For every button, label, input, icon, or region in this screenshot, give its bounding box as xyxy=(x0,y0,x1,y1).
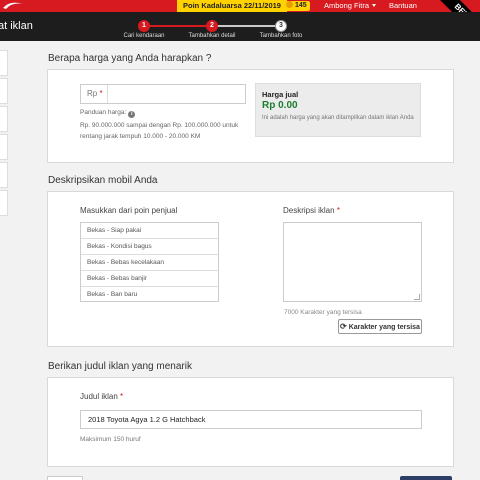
ad-description-textarea[interactable] xyxy=(283,222,422,302)
list-item[interactable]: Bekas - Bebas kecelakaan xyxy=(81,255,218,271)
description-section-title: Deskripsikan mobil Anda xyxy=(48,175,158,186)
selling-price-note: Ini adalah harga yang akan ditampilkan d… xyxy=(262,115,414,121)
step-1-label: Cari kendaraan xyxy=(123,33,165,39)
page-title: at iklan xyxy=(0,20,33,32)
coin-counter[interactable]: 145 xyxy=(284,1,310,11)
seller-points-label: Masukkan dari poin penjual xyxy=(80,206,178,215)
step-3-label: Tambahkan foto xyxy=(259,33,303,39)
points-expiry-badge[interactable]: Poin Kadaluarsa 22/11/2019 xyxy=(177,0,287,12)
list-item[interactable]: Bekas - Siap pakai xyxy=(81,223,218,239)
sidebar-stub-6[interactable] xyxy=(0,190,8,216)
chars-remaining-button[interactable]: ⟳ Karakter yang tersisa xyxy=(338,319,422,334)
list-item[interactable]: Bekas - Bebas banjir xyxy=(81,271,218,287)
stepper-line-pending xyxy=(212,25,281,27)
coin-icon xyxy=(286,1,293,8)
refresh-icon: ⟳ xyxy=(340,322,347,331)
step-2-label: Tambahkan detail xyxy=(188,33,236,39)
price-section-title: Berapa harga yang Anda harapkan ? xyxy=(48,53,212,64)
chevron-down-icon xyxy=(372,4,377,7)
ad-title-card: Judul iklan * 2018 Toyota Agya 1.2 G Hat… xyxy=(47,377,454,467)
ad-title-max-note: Maksimum 150 huruf xyxy=(80,436,141,443)
selling-price-value: Rp 0.00 xyxy=(262,100,298,111)
next-button[interactable] xyxy=(400,476,452,480)
ad-title-label: Judul iklan * xyxy=(80,392,124,401)
chars-remaining-counter: 7000 Karakter yang tersisa xyxy=(284,309,362,316)
ad-title-input[interactable]: 2018 Toyota Agya 1.2 G Hatchback xyxy=(80,410,422,429)
logo-icon[interactable] xyxy=(2,1,24,10)
user-name: Ambong Fitra xyxy=(324,1,370,10)
back-button[interactable] xyxy=(47,476,83,480)
step-3-marker: 3 xyxy=(275,20,287,32)
sidebar-stub-2[interactable] xyxy=(0,78,8,104)
sidebar-stub-4[interactable] xyxy=(0,134,8,160)
sidebar-stub-5[interactable] xyxy=(0,162,8,188)
price-card: Rp * Panduan harga: i Rp. 90.000.000 samp… xyxy=(47,69,454,163)
seller-points-list[interactable]: Bekas - Siap pakai Bekas - Kondisi bagus… xyxy=(80,222,219,302)
price-guide-text: Rp. 90.000.000 sampai dengan Rp. 100.000… xyxy=(80,122,239,140)
step-2-marker: 2 xyxy=(206,20,218,32)
coin-count: 145 xyxy=(295,2,307,9)
sidebar-stub-3[interactable] xyxy=(0,106,8,132)
currency-prefix: Rp * xyxy=(81,85,108,103)
page-header: at iklan 1 Cari kendaraan 2 Tambahkan de… xyxy=(0,12,480,41)
ad-description-label: Deskripsi iklan * xyxy=(283,206,340,215)
list-item[interactable]: Bekas - Kondisi bagus xyxy=(81,239,218,255)
price-input[interactable]: Rp * xyxy=(80,84,246,104)
selling-price-box: Harga jual Rp 0.00 Ini adalah harga yang… xyxy=(255,83,421,137)
price-guide-label: Panduan harga: i xyxy=(80,109,136,118)
description-card: Masukkan dari poin penjual Bekas - Siap … xyxy=(47,191,454,347)
ad-title-section-title: Berikan judul iklan yang menarik xyxy=(48,361,192,372)
resize-handle-icon[interactable] xyxy=(414,294,420,300)
help-link[interactable]: Bantuan xyxy=(389,0,417,12)
top-bar: Poin Kadaluarsa 22/11/2019 145 Ambong Fi… xyxy=(0,0,480,12)
stepper-line-complete xyxy=(144,25,212,27)
info-icon[interactable]: i xyxy=(128,111,136,118)
sidebar-stub-1[interactable] xyxy=(0,50,8,76)
list-item[interactable]: Bekas - Ban baru xyxy=(81,287,218,301)
selling-price-title: Harga jual xyxy=(262,90,299,99)
user-menu[interactable]: Ambong Fitra xyxy=(324,0,377,12)
step-1-marker: 1 xyxy=(138,20,150,32)
